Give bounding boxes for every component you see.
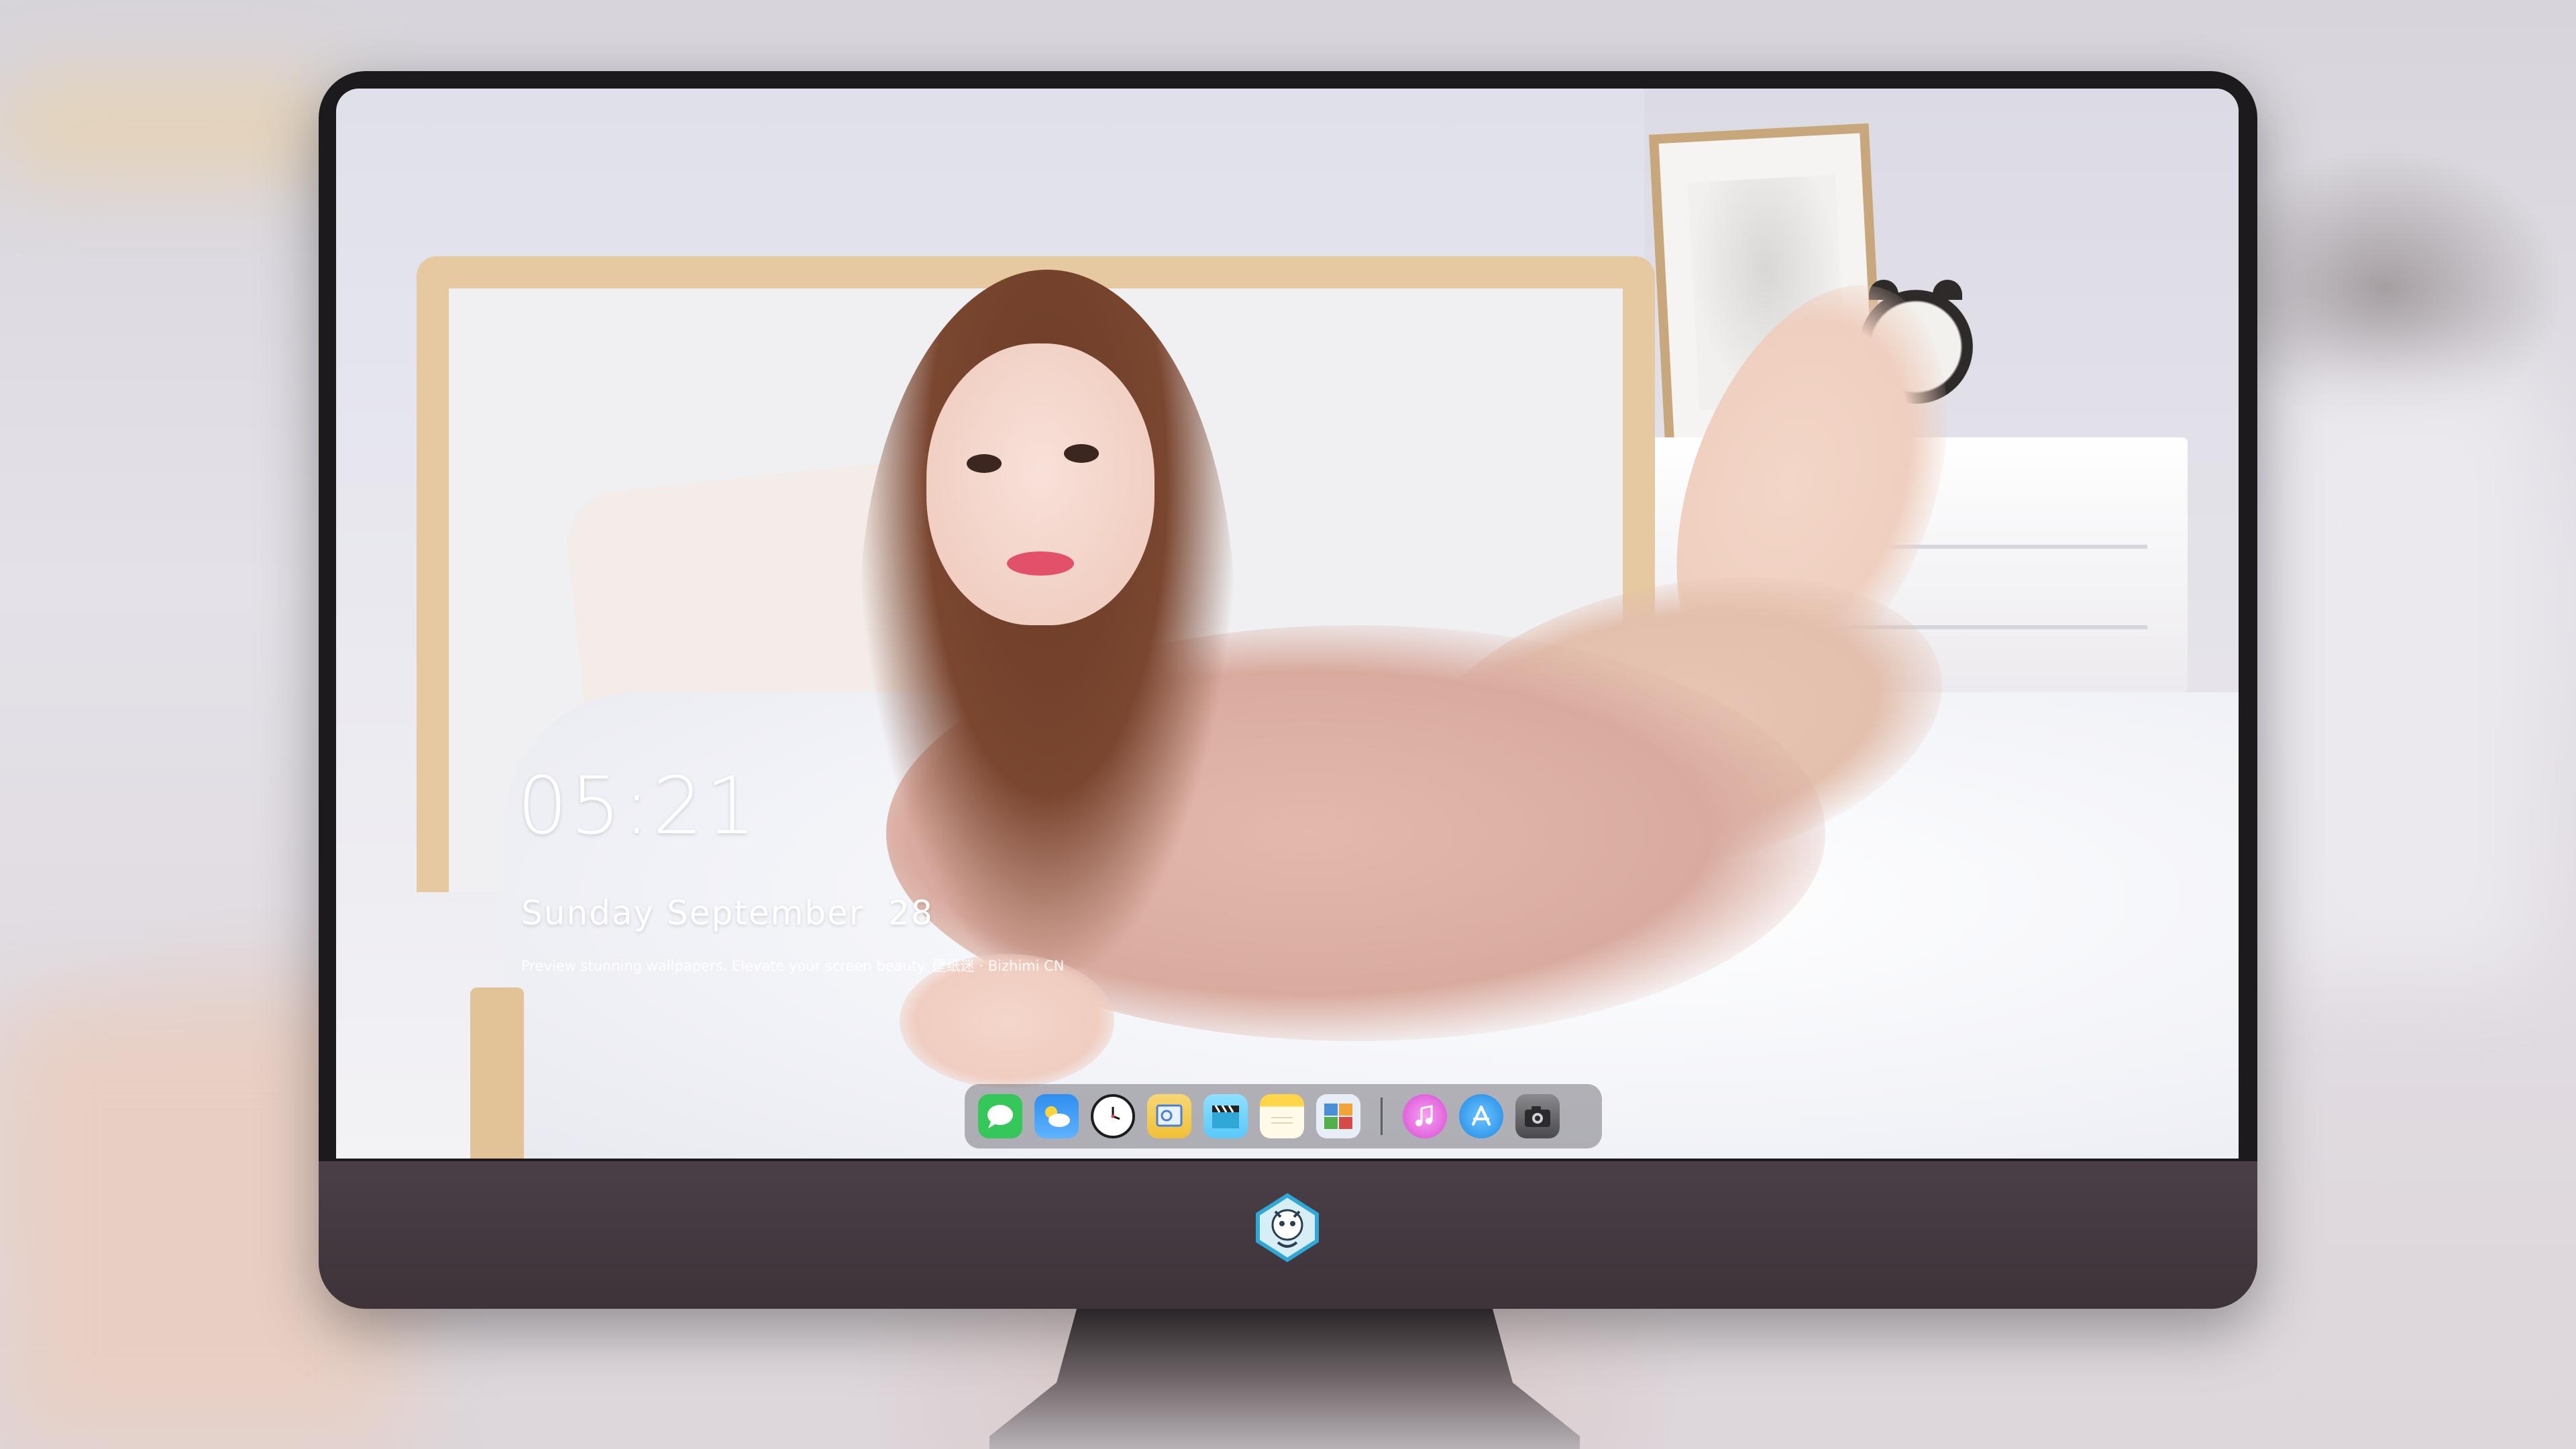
lock-screen-time: 05:21 [517, 759, 759, 852]
monitor: 05:21 Sunday September 28 Preview stunni… [319, 71, 2257, 1309]
wallpaper-caption: Preview stunning wallpapers. Elevate you… [521, 958, 1065, 974]
dock [965, 1084, 1602, 1148]
wallpaper-eye-right [1064, 444, 1099, 463]
clock-icon[interactable] [1091, 1094, 1135, 1138]
photo-browser-icon[interactable] [1316, 1094, 1360, 1138]
monitor-stand [989, 1309, 1580, 1449]
music-icon[interactable] [1403, 1094, 1447, 1138]
wallpaper-bed-post [470, 987, 524, 1159]
brand-logo-icon [1256, 1193, 1319, 1263]
preview-icon[interactable] [1147, 1094, 1191, 1138]
claquette-icon[interactable] [1203, 1094, 1248, 1138]
screen: 05:21 Sunday September 28 Preview stunni… [336, 89, 2239, 1159]
wallpaper-person-face [926, 343, 1155, 625]
messages-icon[interactable] [978, 1094, 1022, 1138]
desktop-background: 05:21 Sunday September 28 Preview stunni… [0, 0, 2576, 1449]
blurred-headboard [0, 80, 335, 174]
wallpaper-lips [1007, 551, 1074, 576]
weather-icon[interactable] [1034, 1094, 1079, 1138]
blurred-wall [2267, 376, 2536, 979]
app-store-icon[interactable] [1459, 1094, 1503, 1138]
lock-screen-date: Sunday September 28 [521, 894, 934, 932]
wallpaper-eye-left [967, 454, 1002, 473]
screenshot-icon[interactable] [1515, 1094, 1560, 1138]
dock-separator [1381, 1097, 1383, 1135]
notes-icon[interactable] [1260, 1094, 1304, 1138]
